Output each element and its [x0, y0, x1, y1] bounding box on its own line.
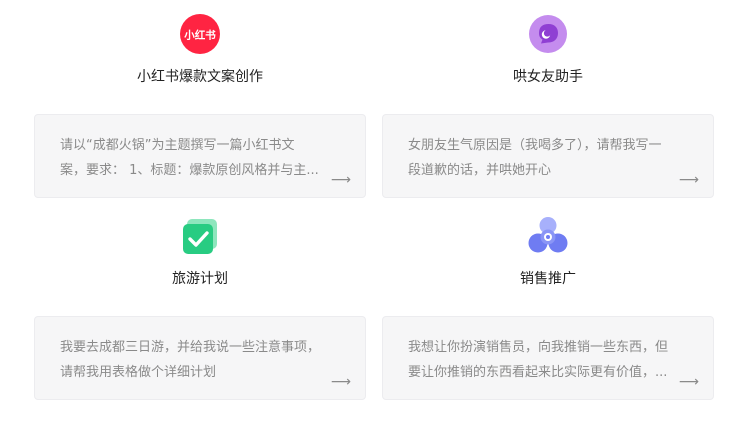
- prompt-text: 我想让你扮演销售员，向我推销一些东西，但 要让你推销的东西看起来比实际更有价值，…: [408, 335, 695, 385]
- prompt-card-travel[interactable]: 我要去成都三日游，并给我说一些注意事项， 请帮我用表格做个详细计划 ⟶: [34, 316, 366, 400]
- template-header-girlfriend: 哄女友助手: [478, 14, 618, 86]
- prompt-line: 女朋友生气原因是（我喝多了），请帮我写一: [408, 138, 662, 153]
- arrow-right-icon[interactable]: ⟶: [679, 375, 699, 389]
- prompt-card-sales[interactable]: 我想让你扮演销售员，向我推销一些东西，但 要让你推销的东西看起来比实际更有价值，…: [382, 316, 714, 400]
- svg-text:小红书: 小红书: [183, 29, 216, 42]
- prompt-line: 请以“成都火锅”为主题撰写一篇小红书文: [60, 138, 295, 153]
- prompt-line: 要让你推销的东西看起来比实际更有价值，...: [408, 365, 668, 380]
- sales-nodes-icon: [528, 216, 568, 256]
- arrow-right-icon[interactable]: ⟶: [331, 173, 351, 187]
- checkbox-icon: [180, 216, 220, 256]
- prompt-text: 请以“成都火锅”为主题撰写一篇小红书文 案，要求： 1、标题：爆款原创风格并与主…: [60, 133, 347, 183]
- prompt-line: 我要去成都三日游，并给我说一些注意事项，: [60, 340, 321, 355]
- prompt-text: 女朋友生气原因是（我喝多了），请帮我写一 段道歉的话，并哄她开心: [408, 133, 695, 183]
- template-header-travel: 旅游计划: [130, 216, 270, 288]
- prompt-line: 案，要求： 1、标题：爆款原创风格并与主...: [60, 163, 319, 178]
- prompt-card-xiaohongshu[interactable]: 请以“成都火锅”为主题撰写一篇小红书文 案，要求： 1、标题：爆款原创风格并与主…: [34, 114, 366, 198]
- xiaohongshu-icon: 小红书: [180, 14, 220, 54]
- template-header-xiaohongshu: 小红书 小红书爆款文案创作: [130, 14, 270, 86]
- arrow-right-icon[interactable]: ⟶: [331, 375, 351, 389]
- template-title: 旅游计划: [172, 271, 228, 287]
- prompt-text: 我要去成都三日游，并给我说一些注意事项， 请帮我用表格做个详细计划: [60, 335, 347, 385]
- prompt-card-girlfriend[interactable]: 女朋友生气原因是（我喝多了），请帮我写一 段道歉的话，并哄她开心 ⟶: [382, 114, 714, 198]
- prompt-line: 请帮我用表格做个详细计划: [60, 365, 217, 380]
- prompt-line: 我想让你扮演销售员，向我推销一些东西，但: [408, 340, 669, 355]
- template-title: 销售推广: [520, 271, 576, 287]
- chat-bubble-icon: [528, 14, 568, 54]
- template-title: 小红书爆款文案创作: [137, 69, 263, 85]
- template-title: 哄女友助手: [513, 69, 583, 85]
- template-header-sales: 销售推广: [478, 216, 618, 288]
- prompt-line: 段道歉的话，并哄她开心: [408, 163, 552, 178]
- arrow-right-icon[interactable]: ⟶: [679, 173, 699, 187]
